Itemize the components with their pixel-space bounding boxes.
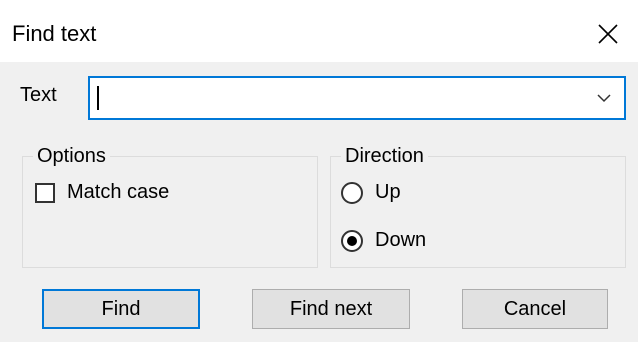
- radio-selected-dot: [347, 235, 357, 246]
- direction-up-option[interactable]: Up: [341, 181, 401, 204]
- find-button[interactable]: Find: [42, 289, 200, 329]
- direction-up-radio[interactable]: [341, 181, 363, 204]
- match-case-checkbox[interactable]: [35, 182, 55, 203]
- close-icon: [598, 24, 618, 44]
- direction-up-label: Up: [375, 181, 401, 203]
- cancel-button[interactable]: Cancel: [462, 289, 608, 329]
- direction-down-radio[interactable]: [341, 229, 363, 252]
- match-case-option[interactable]: Match case: [35, 181, 169, 204]
- search-text-combobox[interactable]: [88, 76, 626, 120]
- close-button[interactable]: [588, 14, 628, 54]
- options-group-label: Options: [33, 145, 110, 168]
- text-cursor: [97, 86, 99, 110]
- text-label: Text: [20, 84, 57, 106]
- title-bar: Find text: [0, 0, 638, 62]
- direction-down-label: Down: [375, 229, 427, 251]
- find-next-button[interactable]: Find next: [252, 289, 410, 329]
- dropdown-button[interactable]: [590, 84, 618, 112]
- find-text-dialog: Find text Text Options Match case Direct…: [0, 0, 638, 342]
- chevron-down-icon: [597, 94, 611, 103]
- direction-group: Direction Up Down: [330, 145, 626, 268]
- options-group: Options Match case: [22, 145, 318, 268]
- window-title: Find text: [12, 21, 97, 46]
- direction-down-option[interactable]: Down: [341, 229, 426, 252]
- direction-group-label: Direction: [341, 145, 428, 168]
- match-case-label: Match case: [67, 181, 170, 203]
